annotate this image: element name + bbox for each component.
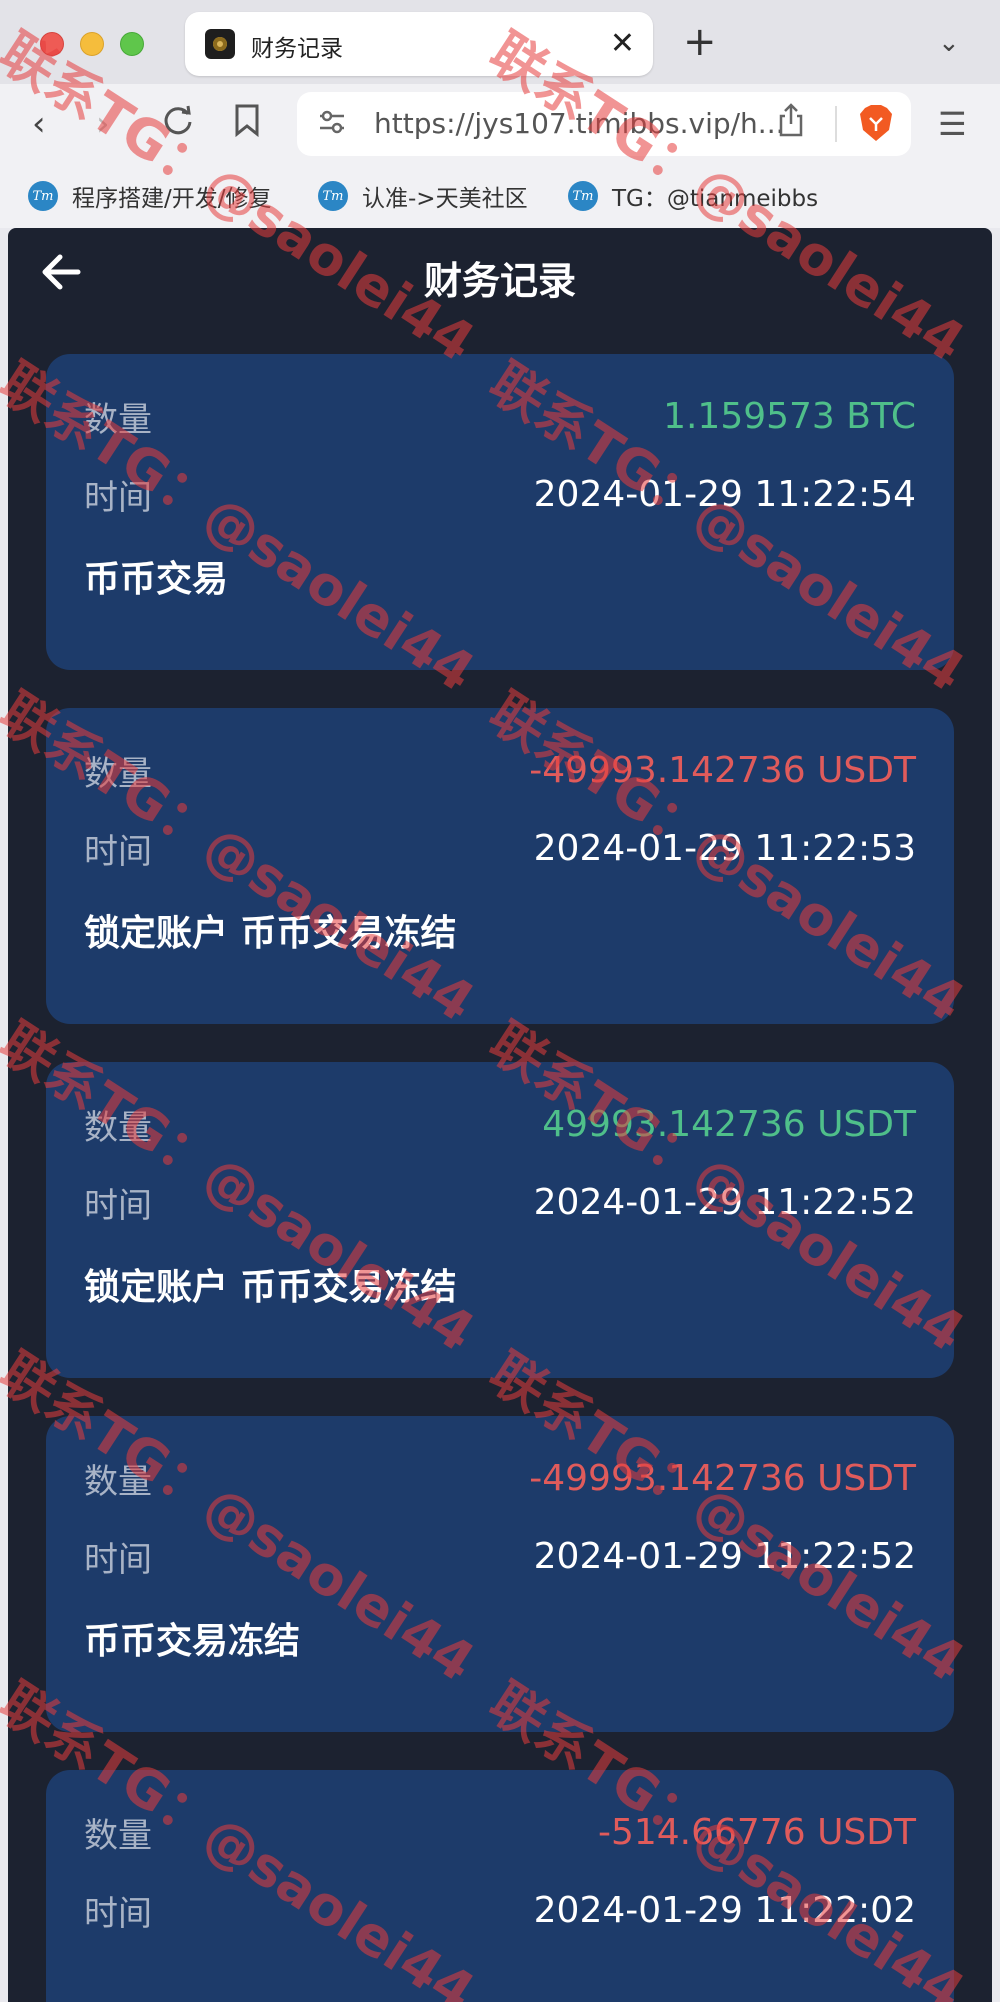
browser-toolbar: ‹ › https://jys107.timibbs.vip/h... ☰ bbox=[0, 84, 1000, 164]
time-value: 2024-01-29 11:22:02 bbox=[533, 1890, 916, 1931]
bookmark-label: TG：@tianmeibbs bbox=[612, 186, 819, 212]
amount-value: 49993.142736 USDT bbox=[542, 1104, 916, 1145]
amount-label: 数量 bbox=[84, 1816, 152, 1856]
address-bar-divider bbox=[835, 106, 837, 142]
time-value: 2024-01-29 11:22:54 bbox=[533, 474, 916, 515]
window-minimize-button[interactable] bbox=[80, 32, 104, 56]
bookmark-item[interactable]: Tm 程序搭建/开发/修复 bbox=[28, 178, 272, 214]
time-value: 2024-01-29 11:22:52 bbox=[533, 1536, 916, 1577]
time-value: 2024-01-29 11:22:53 bbox=[533, 828, 916, 869]
bookmark-label: 程序搭建/开发/修复 bbox=[72, 186, 272, 212]
time-value: 2024-01-29 11:22:52 bbox=[533, 1182, 916, 1223]
bookmarks-bar: Tm 程序搭建/开发/修复 Tm 认准->天美社区 Tm TG：@tianmei… bbox=[0, 164, 1000, 228]
tm-logo-icon: Tm bbox=[318, 181, 348, 211]
back-icon[interactable]: ‹ bbox=[32, 102, 46, 146]
record-note: 锁定账户 币币交易冻结 bbox=[84, 1267, 457, 1308]
record-card[interactable]: 数量 49993.142736 USDT 时间 2024-01-29 11:22:5… bbox=[46, 1062, 954, 1378]
tab-title: 财务记录 bbox=[251, 36, 343, 62]
record-note: 币币交易 bbox=[84, 559, 229, 600]
tm-logo-icon: Tm bbox=[568, 181, 598, 211]
browser-tab-bar: 财务记录 ✕ + ⌄ bbox=[0, 0, 1000, 84]
record-card[interactable]: 数量 -514.66776 USDT 时间 2024-01-29 11:22:02 bbox=[46, 1770, 954, 2002]
site-favicon-icon bbox=[205, 29, 235, 59]
record-card[interactable]: 数量 -49993.142736 USDT 时间 2024-01-29 11:22:… bbox=[46, 708, 954, 1024]
window-zoom-button[interactable] bbox=[120, 32, 144, 56]
bookmark-item[interactable]: Tm 认准->天美社区 bbox=[318, 178, 528, 214]
amount-label: 数量 bbox=[84, 754, 152, 794]
record-card[interactable]: 数量 1.159573 BTC 时间 2024-01-29 11:22:54 币币交… bbox=[46, 354, 954, 670]
tab-list-chevron-icon[interactable]: ⌄ bbox=[938, 28, 960, 58]
bookmark-label: 认准->天美社区 bbox=[362, 186, 528, 212]
amount-label: 数量 bbox=[84, 1108, 152, 1148]
time-label: 时间 bbox=[84, 832, 152, 872]
record-note: 锁定账户 币币交易冻结 bbox=[84, 913, 457, 954]
amount-value: -49993.142736 USDT bbox=[529, 750, 916, 791]
share-icon[interactable] bbox=[777, 102, 805, 146]
page-title: 财务记录 bbox=[423, 259, 576, 303]
time-label: 时间 bbox=[84, 1894, 152, 1934]
reload-icon[interactable] bbox=[160, 102, 196, 149]
time-label: 时间 bbox=[84, 478, 152, 518]
brave-shields-icon[interactable] bbox=[859, 104, 893, 142]
new-tab-icon[interactable]: + bbox=[683, 20, 717, 64]
browser-tab-active[interactable]: 财务记录 ✕ bbox=[185, 12, 653, 76]
web-page: 财务记录 数量 1.159573 BTC 时间 2024-01-29 11:22:5… bbox=[8, 228, 992, 2002]
amount-label: 数量 bbox=[84, 1462, 152, 1502]
time-label: 时间 bbox=[84, 1540, 152, 1580]
record-card[interactable]: 数量 -49993.142736 USDT 时间 2024-01-29 11:22:… bbox=[46, 1416, 954, 1732]
url-text: https://jys107.timibbs.vip/h... bbox=[374, 107, 785, 140]
tm-logo-icon: Tm bbox=[28, 181, 58, 211]
page-header: 财务记录 bbox=[8, 228, 992, 318]
tab-close-icon[interactable]: ✕ bbox=[610, 24, 635, 64]
site-settings-icon[interactable] bbox=[317, 106, 347, 138]
bookmark-item[interactable]: Tm TG：@tianmeibbs bbox=[568, 178, 818, 214]
amount-value: 1.159573 BTC bbox=[663, 396, 916, 437]
amount-label: 数量 bbox=[84, 400, 152, 440]
amount-value: -49993.142736 USDT bbox=[529, 1458, 916, 1499]
forward-icon[interactable]: › bbox=[96, 102, 110, 146]
window-close-button[interactable] bbox=[40, 32, 64, 56]
address-bar[interactable]: https://jys107.timibbs.vip/h... bbox=[297, 92, 911, 156]
menu-icon[interactable]: ☰ bbox=[938, 102, 967, 146]
amount-value: -514.66776 USDT bbox=[597, 1812, 916, 1853]
bookmark-icon[interactable] bbox=[232, 102, 262, 149]
record-note: 币币交易冻结 bbox=[84, 1621, 301, 1662]
time-label: 时间 bbox=[84, 1186, 152, 1226]
